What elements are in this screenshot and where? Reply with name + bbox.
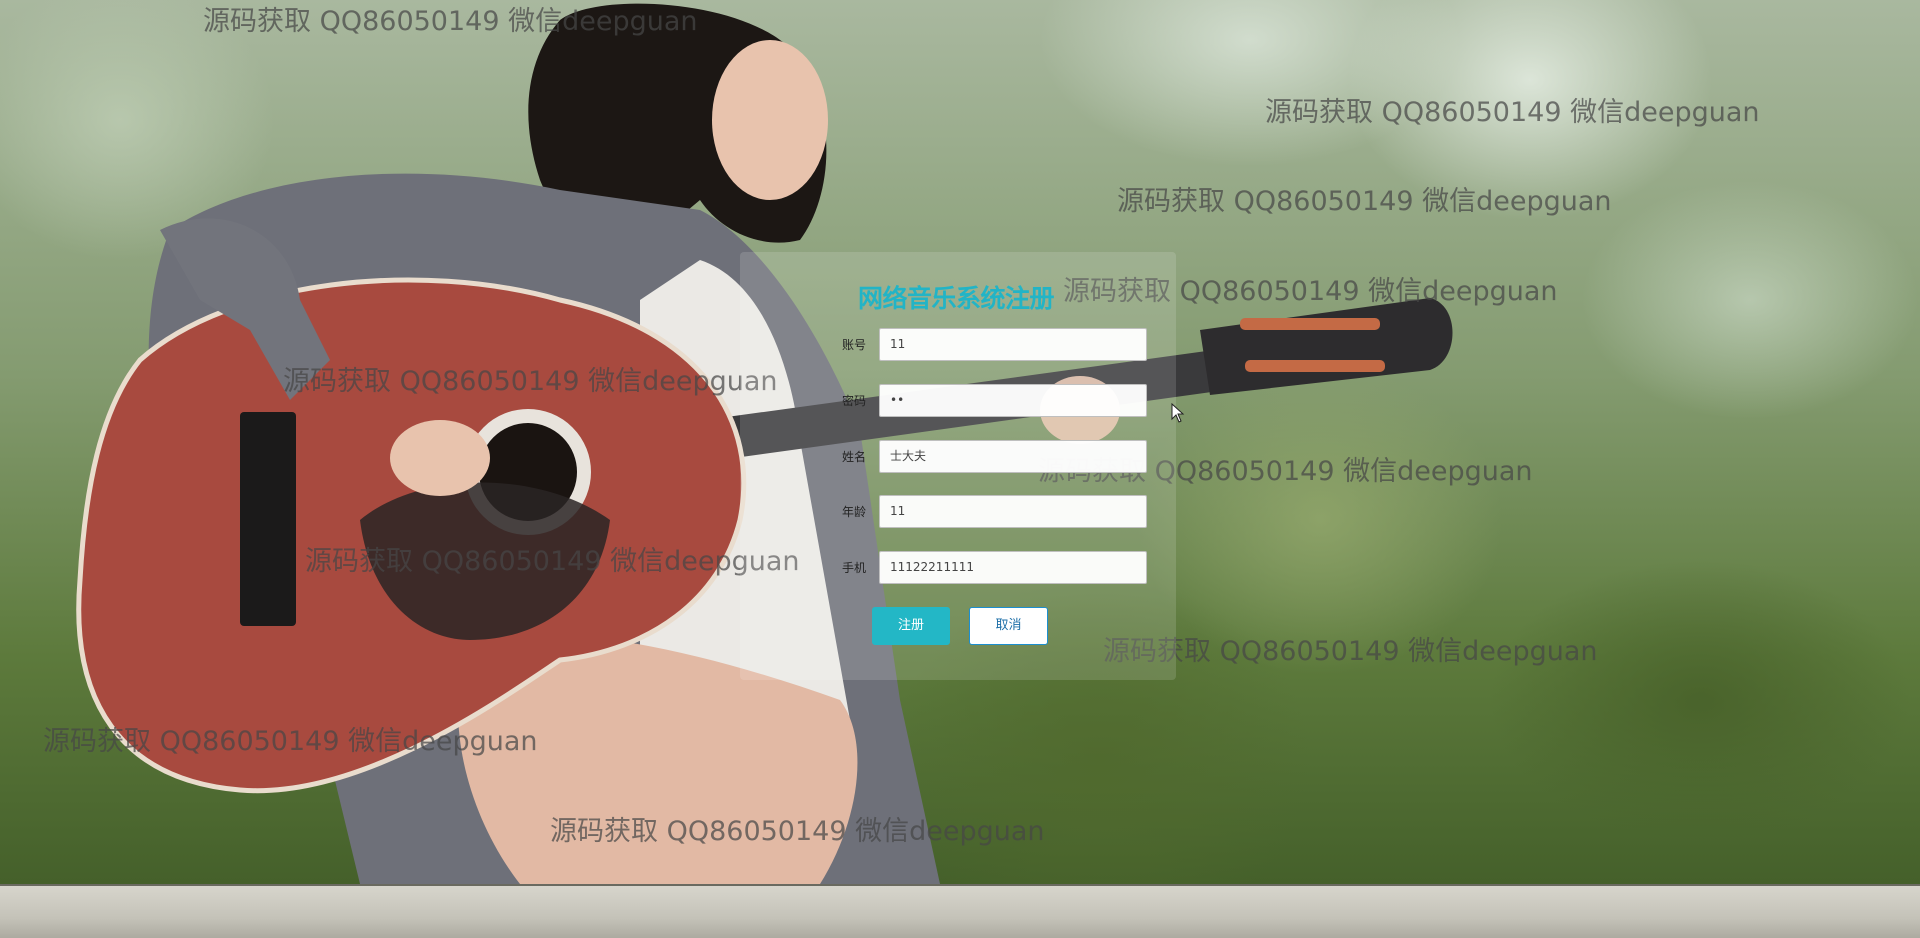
name-label: 姓名	[842, 450, 867, 464]
cancel-button[interactable]: 取消	[969, 607, 1048, 645]
password-input[interactable]: ••	[879, 384, 1147, 417]
watermark-text: 源码获取 QQ86050149 微信deepguan	[283, 366, 778, 397]
phone-input[interactable]: 11122211111	[879, 551, 1147, 584]
age-input[interactable]: 11	[879, 495, 1147, 528]
watermark-text: 源码获取 QQ86050149 微信deepguan	[43, 726, 538, 757]
name-input[interactable]: 士大夫	[879, 440, 1147, 473]
watermark-text: 源码获取 QQ86050149 微信deepguan	[550, 816, 1045, 847]
mouse-pointer-icon	[1171, 403, 1185, 423]
age-label: 年龄	[842, 505, 867, 519]
register-button[interactable]: 注册	[872, 607, 950, 645]
account-input[interactable]: 11	[879, 328, 1147, 361]
password-label: 密码	[842, 394, 867, 408]
account-label: 账号	[842, 338, 867, 352]
watermark-text: 源码获取 QQ86050149 微信deepguan	[1103, 636, 1598, 667]
watermark-text: 源码获取 QQ86050149 微信deepguan	[203, 6, 698, 37]
watermark-text: 源码获取 QQ86050149 微信deepguan	[1117, 186, 1612, 217]
phone-label: 手机	[842, 561, 867, 575]
form-title: 网络音乐系统注册	[858, 284, 1055, 313]
watermark-text: 源码获取 QQ86050149 微信deepguan	[1265, 97, 1760, 128]
watermark-text: 源码获取 QQ86050149 微信deepguan	[305, 546, 800, 577]
stone-wall	[0, 884, 1920, 938]
